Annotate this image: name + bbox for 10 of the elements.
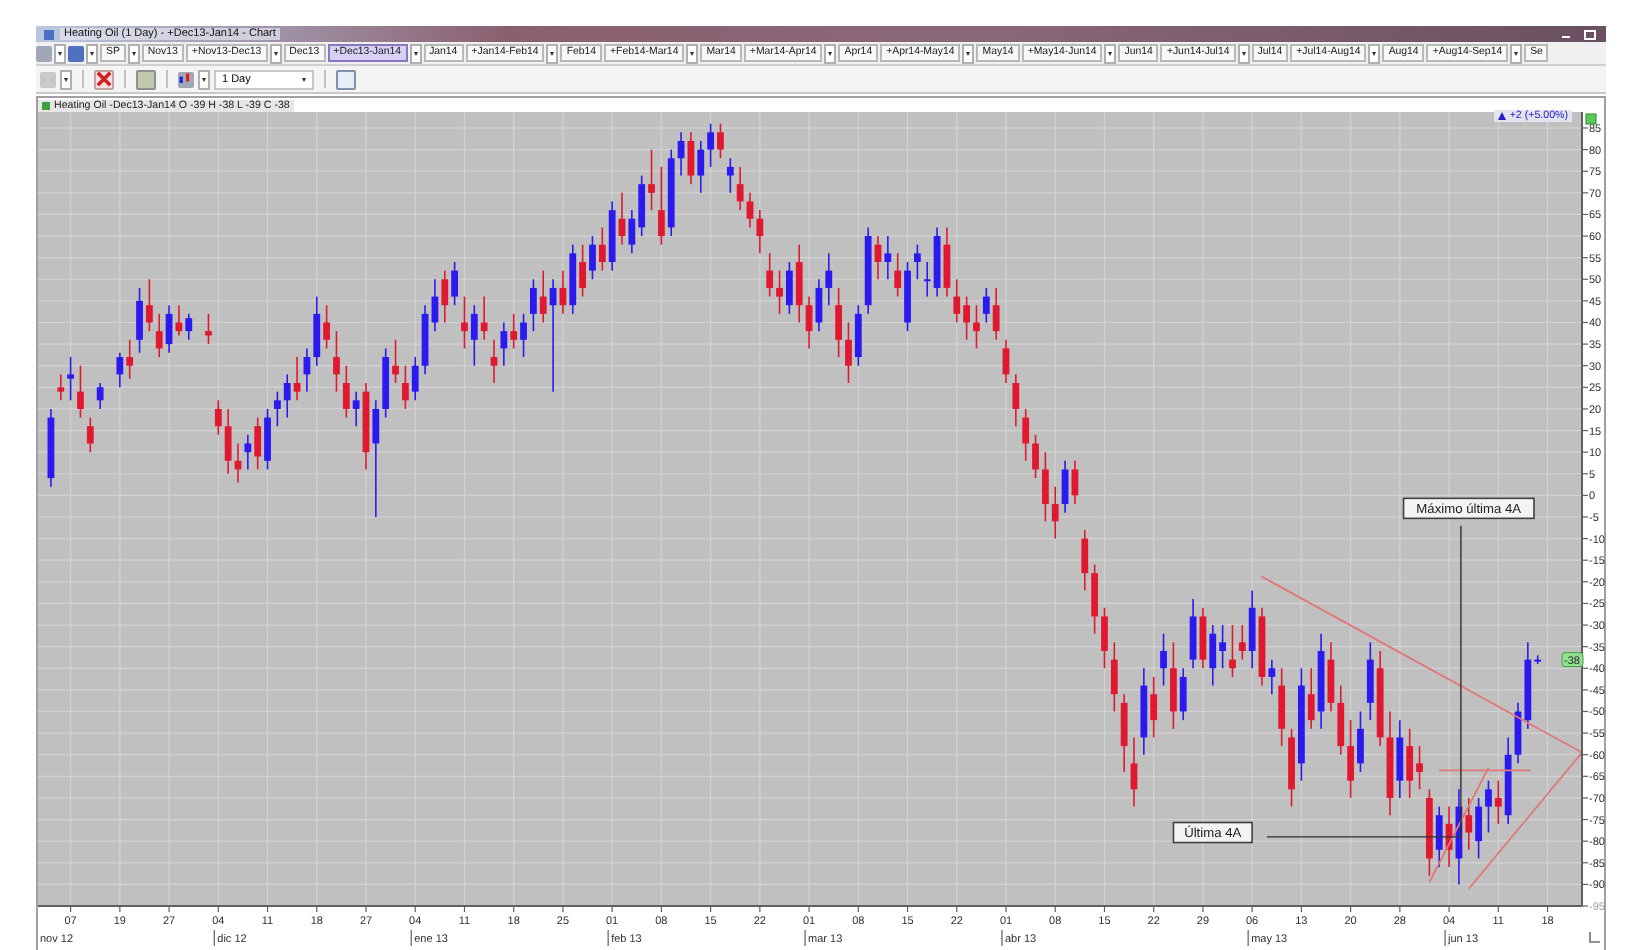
candlestick xyxy=(205,313,212,345)
candlestick xyxy=(96,382,104,410)
resize-icon[interactable] xyxy=(1589,931,1601,943)
candlestick xyxy=(47,408,55,488)
maximize-button[interactable] xyxy=(1580,28,1598,40)
delete-icon[interactable] xyxy=(94,69,114,89)
chart-icon xyxy=(42,102,50,110)
window-icon[interactable] xyxy=(336,69,356,89)
candlestick-icon[interactable] xyxy=(178,71,194,87)
chart-icon xyxy=(44,29,54,39)
